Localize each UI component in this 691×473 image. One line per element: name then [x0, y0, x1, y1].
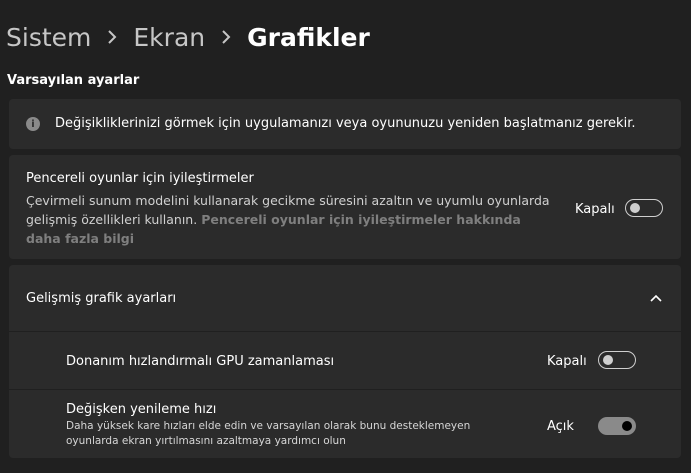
- chevron-right-icon: [91, 29, 133, 45]
- windowed-games-description: Çevirmeli sunum modelini kullanarak geci…: [26, 191, 556, 248]
- chevron-up-icon[interactable]: [649, 293, 663, 303]
- variable-refresh-description: Daha yüksek kare hızları elde edin ve va…: [66, 420, 471, 447]
- info-text: Değişikliklerinizi görmek için uygulaman…: [55, 116, 636, 131]
- toggle-knob: [603, 355, 613, 365]
- chevron-right-icon: [205, 29, 247, 45]
- gpu-scheduling-title: Donanım hızlandırmalı GPU zamanlaması: [66, 354, 335, 369]
- section-title: Varsayılan ayarlar: [7, 73, 140, 88]
- breadcrumb-sistem[interactable]: Sistem: [6, 23, 91, 52]
- windowed-games-setting: Pencereli oyunlar için iyileştirmeler Çe…: [9, 155, 681, 259]
- toggle-knob: [622, 421, 632, 431]
- windowed-games-title: Pencereli oyunlar için iyileştirmeler: [26, 171, 254, 186]
- windowed-games-state-label: Kapalı: [575, 202, 615, 217]
- breadcrumb: Sistem Ekran Grafikler: [6, 17, 370, 57]
- advanced-graphics-header[interactable]: Gelişmiş grafik ayarları: [9, 265, 681, 331]
- advanced-graphics-title: Gelişmiş grafik ayarları: [26, 291, 177, 306]
- toggle-knob: [630, 203, 640, 213]
- windowed-games-toggle[interactable]: [625, 199, 663, 217]
- info-icon: i: [26, 117, 40, 131]
- gpu-scheduling-toggle[interactable]: [598, 351, 636, 369]
- gpu-scheduling-setting: Donanım hızlandırmalı GPU zamanlaması Ka…: [9, 332, 681, 389]
- info-banner: i Değişikliklerinizi görmek için uygulam…: [9, 99, 681, 149]
- page-title: Grafikler: [247, 22, 370, 52]
- gpu-scheduling-state-label: Kapalı: [547, 354, 587, 369]
- variable-refresh-state-label: Açık: [547, 419, 574, 434]
- variable-refresh-setting: Değişken yenileme hızı Daha yüksek kare …: [9, 390, 681, 458]
- variable-refresh-toggle[interactable]: [598, 417, 636, 435]
- breadcrumb-ekran[interactable]: Ekran: [133, 23, 205, 52]
- variable-refresh-title: Değişken yenileme hızı: [66, 402, 217, 417]
